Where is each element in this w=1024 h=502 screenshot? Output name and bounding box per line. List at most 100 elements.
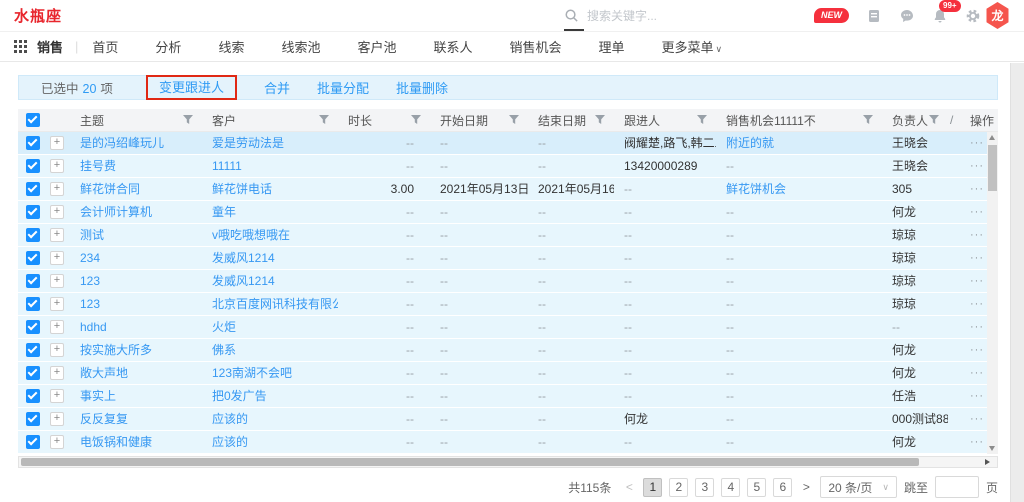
table-row[interactable]: + 敞大声地 123南湖不会吧 -- -- -- -- -- 何龙 ···: [18, 362, 998, 385]
column-header-duration[interactable]: 时长: [338, 109, 430, 131]
row-expander-button[interactable]: +: [50, 320, 64, 334]
table-row[interactable]: + 挂号费 11111 -- -- -- 13420000289 -- 王晓会 …: [18, 155, 998, 178]
subject-link[interactable]: 反反复复: [80, 412, 128, 426]
page-button-2[interactable]: 2: [669, 478, 688, 497]
row-actions-button[interactable]: ···: [970, 183, 984, 195]
subject-link[interactable]: hdhd: [80, 320, 107, 334]
row-expander-button[interactable]: +: [50, 274, 64, 288]
row-checkbox[interactable]: [26, 251, 40, 265]
nav-item-lead-pool[interactable]: 线索池: [281, 37, 320, 56]
row-actions-button[interactable]: ···: [970, 275, 984, 287]
column-header-start-date[interactable]: 开始日期: [430, 109, 528, 131]
table-row[interactable]: + hdhd 火炬 -- -- -- -- -- -- ···: [18, 316, 998, 339]
prev-page-button[interactable]: <: [622, 480, 636, 494]
subject-link[interactable]: 敞大声地: [80, 366, 128, 380]
vertical-scrollbar-thumb[interactable]: [988, 145, 997, 191]
table-row[interactable]: + 123 北京百度网讯科技有限公司 -- -- -- -- -- 琼琼 ···: [18, 293, 998, 316]
subject-link[interactable]: 234: [80, 251, 100, 265]
row-expander-button[interactable]: +: [50, 159, 64, 173]
table-row[interactable]: + 按实施大所多 佛系 -- -- -- -- -- 何龙 ···: [18, 339, 998, 362]
notebook-icon[interactable]: [866, 8, 882, 24]
customer-link[interactable]: 佛系: [212, 343, 236, 357]
row-checkbox[interactable]: [26, 343, 40, 357]
customer-link[interactable]: 爱是劳动法是: [212, 136, 284, 150]
row-expander-button[interactable]: +: [50, 182, 64, 196]
scroll-down-arrow-icon[interactable]: [989, 446, 995, 451]
nav-more-menu[interactable]: 更多菜单∨: [662, 37, 723, 56]
nav-item-analysis[interactable]: 分析: [155, 37, 181, 56]
column-header-follower[interactable]: 跟进人: [614, 109, 716, 131]
customer-link[interactable]: 发威风1214: [212, 251, 275, 265]
page-button-5[interactable]: 5: [747, 478, 766, 497]
subject-link[interactable]: 按实施大所多: [80, 343, 152, 357]
global-search[interactable]: [564, 8, 764, 23]
filter-icon[interactable]: [595, 115, 605, 125]
row-checkbox[interactable]: [26, 412, 40, 426]
horizontal-scrollbar[interactable]: [18, 456, 998, 468]
subject-link[interactable]: 测试: [80, 228, 104, 242]
nav-item-home[interactable]: 首页: [92, 37, 118, 56]
next-page-button[interactable]: >: [799, 480, 813, 494]
table-row[interactable]: + 234 发威风1214 -- -- -- -- -- 琼琼 ···: [18, 247, 998, 270]
row-actions-button[interactable]: ···: [970, 390, 984, 402]
row-checkbox[interactable]: [26, 182, 40, 196]
subject-link[interactable]: 会计师计算机: [80, 205, 152, 219]
row-checkbox[interactable]: [26, 297, 40, 311]
table-row[interactable]: + 鲜花饼合同 鲜花饼电话 3.00 2021年05月13日 2021年05月1…: [18, 178, 998, 201]
jump-to-page-input[interactable]: [935, 476, 979, 498]
row-actions-button[interactable]: ···: [970, 252, 984, 264]
row-actions-button[interactable]: ···: [970, 229, 984, 241]
table-row[interactable]: + 测试 v哦吃哦想哦在 -- -- -- -- -- 琼琼 ···: [18, 224, 998, 247]
subject-link[interactable]: 123: [80, 274, 100, 288]
subject-link[interactable]: 电饭锅和健康: [80, 435, 152, 449]
page-button-1[interactable]: 1: [643, 478, 662, 497]
column-header-subject[interactable]: 主题: [70, 109, 202, 131]
row-expander-button[interactable]: +: [50, 435, 64, 449]
row-expander-button[interactable]: +: [50, 251, 64, 265]
user-avatar[interactable]: 龙: [985, 2, 1010, 29]
scroll-up-arrow-icon[interactable]: [989, 135, 995, 140]
batch-delete-button[interactable]: 批量删除: [396, 78, 448, 97]
customer-link[interactable]: 发威风1214: [212, 274, 275, 288]
table-row[interactable]: + 会计师计算机 童年 -- -- -- -- -- 何龙 ···: [18, 201, 998, 224]
filter-icon[interactable]: [509, 115, 519, 125]
column-header-owner[interactable]: 负责人: [882, 109, 948, 131]
vertical-scrollbar[interactable]: [987, 132, 998, 454]
nav-item-customer-pool[interactable]: 客户池: [357, 37, 396, 56]
customer-link[interactable]: 11111: [212, 159, 242, 173]
horizontal-scrollbar-thumb[interactable]: [21, 458, 919, 466]
page-button-4[interactable]: 4: [721, 478, 740, 497]
customer-link[interactable]: 123南湖不会吧: [212, 366, 292, 380]
subject-link[interactable]: 是的冯绍峰玩儿: [80, 136, 164, 150]
row-expander-button[interactable]: +: [50, 228, 64, 242]
customer-link[interactable]: 鲜花饼电话: [212, 182, 272, 196]
table-row[interactable]: + 123 发威风1214 -- -- -- -- -- 琼琼 ···: [18, 270, 998, 293]
page-size-select[interactable]: 20 条/页∨: [820, 476, 897, 498]
gear-icon[interactable]: [965, 8, 981, 24]
bell-icon[interactable]: 99+: [932, 8, 948, 24]
table-row[interactable]: + 电饭锅和健康 应该的 -- -- -- -- -- 何龙 ···: [18, 431, 998, 454]
change-follower-button[interactable]: 变更跟进人: [159, 80, 224, 95]
customer-link[interactable]: v哦吃哦想哦在: [212, 228, 290, 242]
row-expander-button[interactable]: +: [50, 412, 64, 426]
column-header-end-date[interactable]: 结束日期: [528, 109, 614, 131]
filter-icon[interactable]: [697, 115, 707, 125]
customer-link[interactable]: 把0发广告: [212, 389, 267, 403]
row-actions-button[interactable]: ···: [970, 298, 984, 310]
row-checkbox[interactable]: [26, 274, 40, 288]
row-expander-button[interactable]: +: [50, 366, 64, 380]
row-actions-button[interactable]: ···: [970, 137, 984, 149]
scroll-right-arrow-icon[interactable]: [985, 459, 990, 465]
row-checkbox[interactable]: [26, 366, 40, 380]
row-checkbox[interactable]: [26, 228, 40, 242]
nav-item-opportunities[interactable]: 销售机会: [510, 37, 562, 56]
page-button-3[interactable]: 3: [695, 478, 714, 497]
row-expander-button[interactable]: +: [50, 136, 64, 150]
customer-link[interactable]: 应该的: [212, 412, 248, 426]
row-checkbox[interactable]: [26, 435, 40, 449]
search-input[interactable]: [587, 9, 737, 23]
nav-item-contacts[interactable]: 联系人: [433, 37, 472, 56]
row-actions-button[interactable]: ···: [970, 206, 984, 218]
row-actions-button[interactable]: ···: [970, 436, 984, 448]
nav-item-leads[interactable]: 线索: [218, 37, 244, 56]
